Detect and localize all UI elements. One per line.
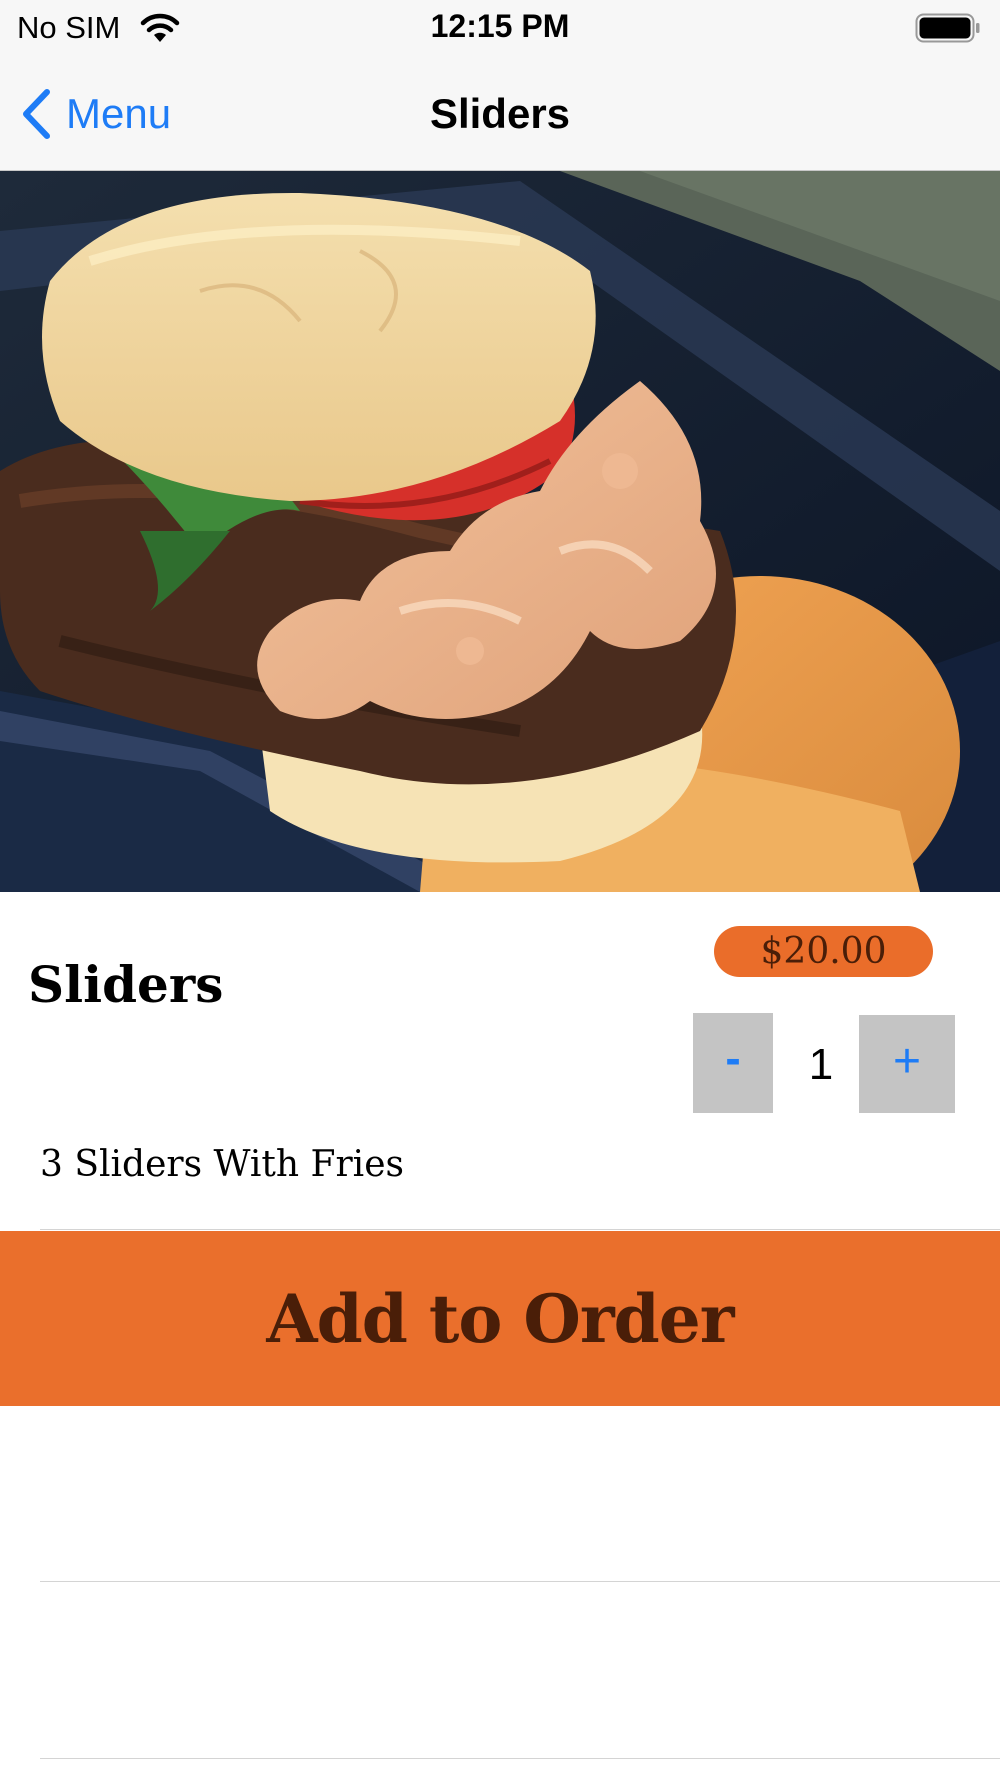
quantity-value: 1 bbox=[808, 1040, 834, 1089]
item-description: 3 Sliders With Fries bbox=[40, 1144, 404, 1185]
battery-icon bbox=[915, 13, 980, 43]
increment-button[interactable]: + bbox=[859, 1015, 955, 1113]
status-bar: No SIM 12:15 PM bbox=[0, 0, 1000, 56]
quantity-stepper: - 1 + bbox=[693, 1013, 955, 1113]
row-divider bbox=[40, 1229, 1000, 1230]
clock-time: 12:15 PM bbox=[430, 8, 570, 44]
add-to-order-label: Add to Order bbox=[266, 1279, 734, 1358]
decrement-button[interactable]: - bbox=[693, 1013, 773, 1113]
price-badge: $20.00 bbox=[714, 926, 933, 977]
nav-title: Sliders bbox=[429, 90, 571, 137]
row-divider bbox=[40, 1758, 1000, 1759]
item-name: Sliders bbox=[28, 955, 224, 1014]
row-divider bbox=[40, 1581, 1000, 1582]
navigation-bar: Menu Sliders bbox=[0, 56, 1000, 171]
add-to-order-button[interactable]: Add to Order bbox=[0, 1231, 1000, 1406]
hero-food-image bbox=[0, 171, 1000, 892]
slider-photo-illustration bbox=[0, 171, 1000, 892]
